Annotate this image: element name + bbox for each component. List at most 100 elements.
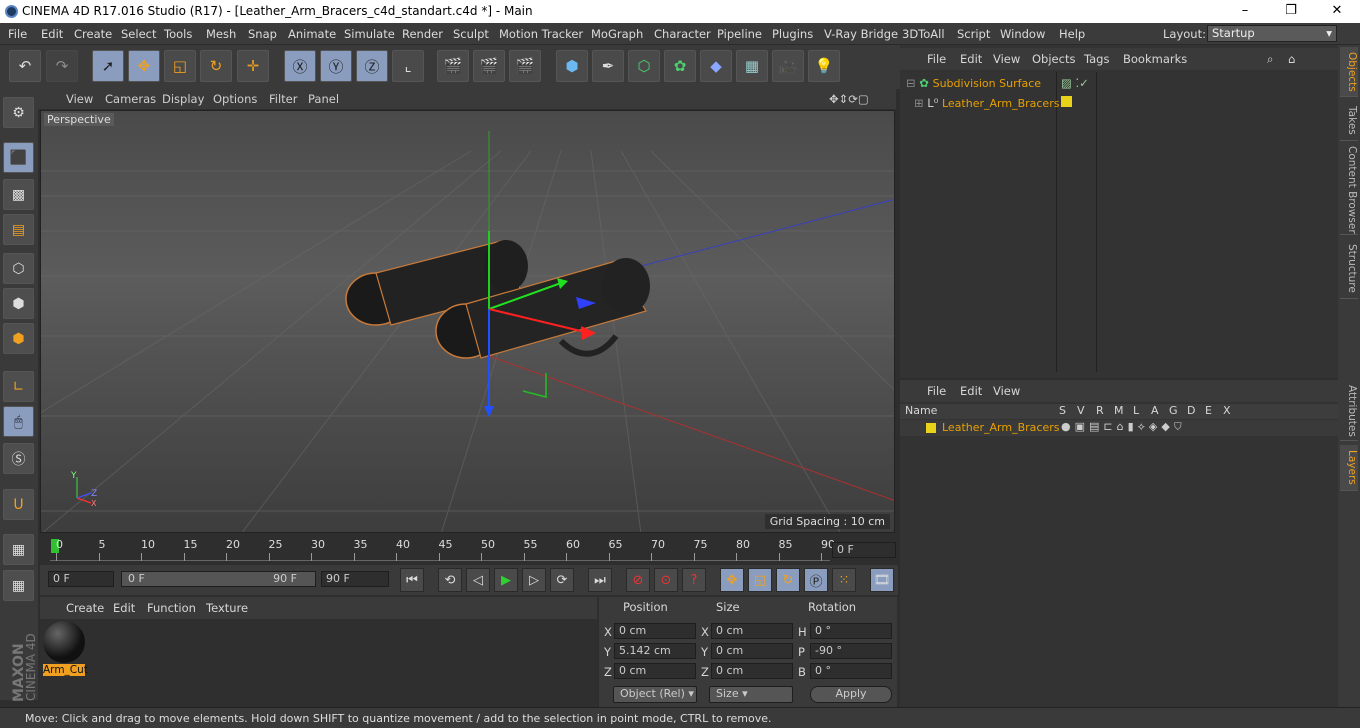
next-frame-button[interactable]: ▷ <box>522 568 546 592</box>
menu-motion-tracker[interactable]: Motion Tracker <box>499 27 583 41</box>
rot-p-field[interactable]: -90 ° <box>810 643 892 659</box>
material-menu-function[interactable]: Function <box>147 601 196 615</box>
model-mode-button[interactable]: ⬛ <box>3 142 34 173</box>
pos-x-field[interactable]: 0 cm <box>614 623 696 639</box>
axis-mode-button[interactable]: ∟ <box>3 371 34 402</box>
render-settings-button[interactable]: 🎬 <box>509 50 541 82</box>
viewport-menu-options[interactable]: Options <box>213 92 257 106</box>
material-menu-create[interactable]: Create <box>66 601 104 615</box>
menu-mesh[interactable]: Mesh <box>206 27 236 41</box>
mograph-cloner-button[interactable]: ✿ <box>664 50 696 82</box>
layer-menu-file[interactable]: File <box>927 384 946 398</box>
redo-button[interactable]: ↷ <box>46 50 78 82</box>
perspective-viewport[interactable]: Y Z X Perspective Grid Spacing : 10 cm <box>40 110 895 533</box>
menu-tools[interactable]: Tools <box>164 27 192 41</box>
rot-h-field[interactable]: 0 ° <box>810 623 892 639</box>
pos-z-field[interactable]: 0 cm <box>614 663 696 679</box>
material-menu-edit[interactable]: Edit <box>113 601 135 615</box>
tweak-mode-button[interactable]: 🖱 <box>3 406 34 437</box>
frame-range-slider[interactable]: 0 F 90 F <box>121 571 316 587</box>
menu-pipeline[interactable]: Pipeline <box>717 27 762 41</box>
key-pla-button[interactable]: ⁙ <box>832 568 856 592</box>
start-frame-field[interactable]: 0 F <box>48 571 114 587</box>
workplane-grid-button[interactable]: ▦ <box>3 570 34 601</box>
menu-plugins[interactable]: Plugins <box>772 27 813 41</box>
autokey-button[interactable]: ⊙ <box>654 568 678 592</box>
menu-sculpt[interactable]: Sculpt <box>453 27 489 41</box>
y-axis-button[interactable]: Ⓨ <box>320 50 352 82</box>
minimize-button[interactable]: – <box>1222 2 1268 20</box>
workplane-button[interactable]: ▤ <box>3 214 34 245</box>
menu-snap[interactable]: Snap <box>248 27 277 41</box>
live-selection-button[interactable]: ➚ <box>92 50 124 82</box>
x-axis-button[interactable]: Ⓧ <box>284 50 316 82</box>
keyframe-selection-button[interactable]: ? <box>682 568 706 592</box>
record-keys-button[interactable]: ⊘ <box>626 568 650 592</box>
menu-create[interactable]: Create <box>74 27 112 41</box>
tab-attributes[interactable]: Attributes <box>1340 381 1358 441</box>
go-to-start-button[interactable]: ⏮ <box>400 568 424 592</box>
tab-content-browser[interactable]: Content Browser <box>1340 145 1358 235</box>
close-button[interactable]: ✕ <box>1314 2 1360 20</box>
viewport-menu-display[interactable]: Display <box>162 92 204 106</box>
layout-select[interactable]: Startup ▾ <box>1207 25 1337 42</box>
maximize-button[interactable]: ❐ <box>1268 2 1314 20</box>
current-frame-field[interactable]: 0 F <box>832 542 896 558</box>
viewport-menu-panel[interactable]: Panel <box>308 92 339 106</box>
material-menu-texture[interactable]: Texture <box>206 601 248 615</box>
deformer-button[interactable]: ◆ <box>700 50 732 82</box>
menu-simulate[interactable]: Simulate <box>344 27 395 41</box>
material-item[interactable]: Arm_Cut <box>43 621 88 677</box>
timeline-ruler[interactable]: 0 5 10 15 20 25 30 35 40 45 50 55 60 65 70 75 80 85 90 0 F <box>40 535 898 565</box>
tab-takes[interactable]: Takes <box>1340 101 1358 141</box>
magnet-button[interactable]: U <box>3 489 34 520</box>
size-y-field[interactable]: 0 cm <box>711 643 793 659</box>
polygons-mode-button[interactable]: ⬢ <box>3 323 34 354</box>
menu-3dtoall[interactable]: 3DToAll <box>902 27 945 41</box>
coord-mode-select[interactable]: Object (Rel) ▾ <box>613 686 697 703</box>
timeline-window-button[interactable]: 🎞 <box>870 568 894 592</box>
layer-menu-view[interactable]: View <box>993 384 1020 398</box>
object-menu-edit[interactable]: Edit <box>960 52 982 66</box>
pen-spline-button[interactable]: ✒ <box>592 50 624 82</box>
object-menu-tags[interactable]: Tags <box>1084 52 1109 66</box>
floor-button[interactable]: ▦ <box>736 50 768 82</box>
make-editable-button[interactable]: ⚙ <box>3 97 34 128</box>
menu-select[interactable]: Select <box>121 27 156 41</box>
cube-object-button[interactable]: ⬢ <box>556 50 588 82</box>
menu-file[interactable]: File <box>8 27 27 41</box>
previous-key-button[interactable]: ⟲ <box>438 568 462 592</box>
snap-button[interactable]: Ⓢ <box>3 443 34 474</box>
pos-y-field[interactable]: 5.142 cm <box>614 643 696 659</box>
size-z-field[interactable]: 0 cm <box>711 663 793 679</box>
tab-layers[interactable]: Layers <box>1340 445 1358 491</box>
object-row-bracers[interactable]: ⊞ L⁰ Leather_Arm_Bracers <box>914 96 1059 110</box>
menu-render[interactable]: Render <box>402 27 443 41</box>
camera-button[interactable]: 🎥 <box>772 50 804 82</box>
tab-structure[interactable]: Structure <box>1340 239 1358 299</box>
menu-edit[interactable]: Edit <box>41 27 63 41</box>
rotate-tool-button[interactable]: ↻ <box>200 50 232 82</box>
object-menu-view[interactable]: View <box>993 52 1020 66</box>
viewport-menu-view[interactable]: View <box>66 92 93 106</box>
render-picture-viewer-button[interactable]: 🎬 <box>473 50 505 82</box>
viewport-menu-cameras[interactable]: Cameras <box>105 92 156 106</box>
menu-vray-bridge[interactable]: V-Ray Bridge <box>824 27 898 41</box>
object-menu-objects[interactable]: Objects <box>1032 52 1075 66</box>
subdivision-status-icons[interactable]: ▨ ⁚✓ <box>1061 76 1089 90</box>
light-button[interactable]: 💡 <box>808 50 840 82</box>
subdivision-button[interactable]: ⬡ <box>628 50 660 82</box>
size-mode-select[interactable]: Size ▾ <box>709 686 793 703</box>
go-to-end-button[interactable]: ⏭ <box>588 568 612 592</box>
object-menu-bookmarks[interactable]: Bookmarks <box>1123 52 1187 66</box>
key-rotation-button[interactable]: ↻ <box>776 568 800 592</box>
rot-b-field[interactable]: 0 ° <box>810 663 892 679</box>
apply-button[interactable]: Apply <box>810 686 892 703</box>
layer-color-tag[interactable] <box>1061 96 1072 107</box>
scale-tool-button[interactable]: ◱ <box>164 50 196 82</box>
layer-menu-edit[interactable]: Edit <box>960 384 982 398</box>
key-param-button[interactable]: Ⓟ <box>804 568 828 592</box>
lock-workplane-button[interactable]: ▦ <box>3 534 34 565</box>
previous-frame-button[interactable]: ◁ <box>466 568 490 592</box>
key-position-button[interactable]: ✥ <box>720 568 744 592</box>
